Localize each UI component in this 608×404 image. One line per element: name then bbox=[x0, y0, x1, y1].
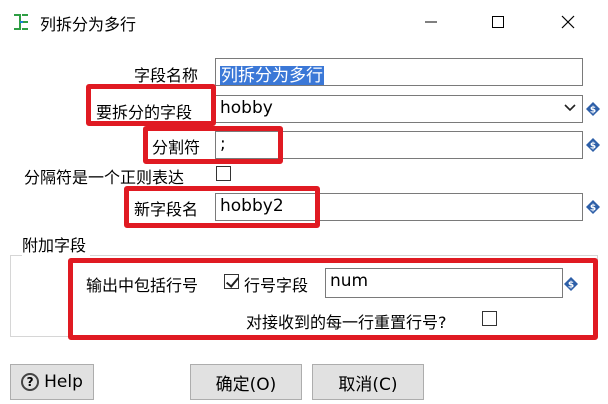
split-rows-icon bbox=[14, 14, 28, 30]
cancel-button[interactable]: 取消(C) bbox=[312, 364, 424, 400]
chevron-down-icon[interactable] bbox=[560, 98, 580, 118]
variable-icon[interactable]: $ bbox=[586, 102, 600, 116]
close-icon bbox=[561, 15, 575, 29]
highlight-box bbox=[68, 258, 598, 340]
svg-text:$: $ bbox=[590, 204, 596, 214]
split-field-value: hobby bbox=[220, 98, 273, 118]
variable-icon[interactable]: $ bbox=[586, 138, 600, 152]
maximize-icon bbox=[492, 16, 504, 28]
highlight-box bbox=[124, 186, 320, 228]
minimize-icon bbox=[425, 21, 437, 23]
help-button-label: Help bbox=[44, 372, 83, 392]
help-icon: ? bbox=[21, 373, 40, 391]
highlight-box bbox=[143, 126, 283, 164]
regex-label: 分隔符是一个正则表达 bbox=[24, 168, 185, 187]
maximize-button[interactable] bbox=[475, 8, 521, 36]
field-name-label: 字段名称 bbox=[134, 66, 199, 85]
field-name-value: 列拆分为多行 bbox=[220, 66, 324, 86]
ok-button[interactable]: 确定(O) bbox=[190, 364, 302, 400]
field-name-input[interactable]: 列拆分为多行 bbox=[215, 58, 583, 86]
cancel-button-label: 取消(C) bbox=[338, 374, 398, 395]
minimize-button[interactable] bbox=[408, 8, 454, 36]
variable-icon[interactable]: $ bbox=[586, 200, 600, 214]
additional-fields-title: 附加字段 bbox=[22, 232, 91, 256]
svg-text:$: $ bbox=[590, 142, 596, 152]
close-button[interactable] bbox=[545, 8, 591, 36]
split-field-select[interactable]: hobby bbox=[215, 95, 583, 123]
svg-text:$: $ bbox=[590, 106, 596, 116]
title-bar: 列拆分为多行 bbox=[0, 0, 608, 44]
highlight-box bbox=[86, 84, 216, 126]
help-button[interactable]: ? Help bbox=[10, 364, 94, 400]
regex-checkbox[interactable] bbox=[216, 166, 231, 181]
ok-button-label: 确定(O) bbox=[215, 374, 277, 395]
window-title: 列拆分为多行 bbox=[40, 15, 137, 34]
